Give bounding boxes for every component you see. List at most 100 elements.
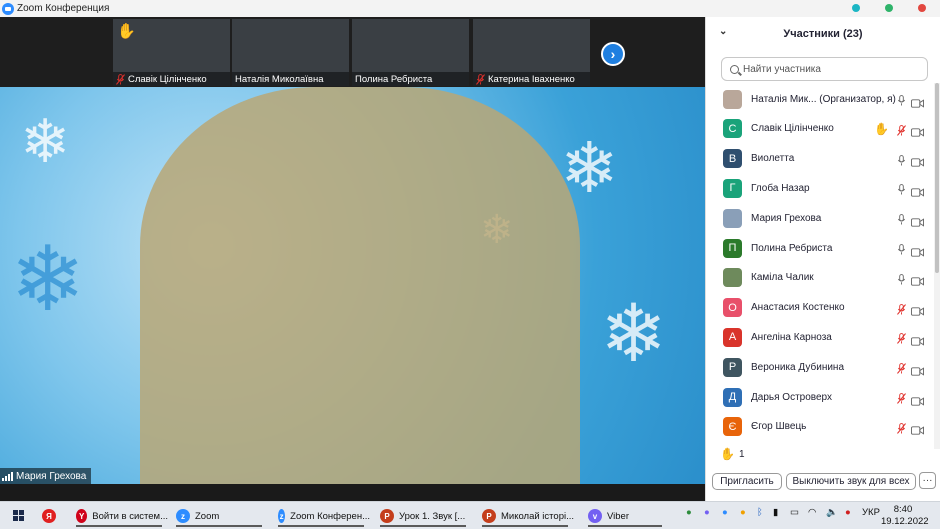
camera-icon[interactable] bbox=[911, 214, 924, 227]
participant-row[interactable]: А Ангеліна Карноза bbox=[706, 322, 932, 352]
raised-hand-icon: ✋ bbox=[117, 23, 136, 40]
viber-tray-icon[interactable]: ● bbox=[704, 507, 710, 518]
speaker-name-label: Мария Грехова bbox=[0, 468, 92, 484]
mic-muted-icon[interactable] bbox=[897, 421, 906, 434]
camera-icon[interactable] bbox=[911, 303, 924, 316]
mic-muted-icon[interactable] bbox=[897, 391, 906, 404]
participant-thumbnail[interactable]: Полина Ребриста bbox=[352, 19, 469, 86]
taskbar-app-button[interactable]: Y Войти в систем... bbox=[76, 504, 168, 528]
participant-row[interactable]: Р Вероника Дубинина bbox=[706, 352, 932, 382]
microphone-icon[interactable] bbox=[897, 93, 906, 106]
yandex-browser-icon: Y bbox=[76, 509, 88, 523]
antivirus-icon[interactable]: ● bbox=[845, 507, 851, 518]
camera-icon[interactable] bbox=[911, 363, 924, 376]
maximize-button[interactable] bbox=[885, 4, 893, 12]
bluetooth-icon[interactable]: ᛒ bbox=[757, 507, 763, 518]
snowflake-decoration: ❄ bbox=[10, 230, 86, 330]
camera-icon[interactable] bbox=[911, 393, 924, 406]
avatar: С bbox=[723, 119, 742, 139]
mute-all-button[interactable]: Выключить звук для всех bbox=[786, 473, 916, 490]
participant-row[interactable]: Наталія Мик... (Организатор, я) bbox=[706, 84, 932, 114]
camera-icon[interactable] bbox=[911, 95, 924, 108]
camera-icon[interactable] bbox=[911, 333, 924, 346]
taskbar-app-label: Урок 1. Звук [... bbox=[399, 510, 466, 522]
invite-button[interactable]: Пригласить bbox=[712, 473, 782, 490]
zoom-icon: z bbox=[176, 509, 190, 523]
participant-name: Глоба Назар bbox=[751, 182, 810, 194]
scrollbar-thumb[interactable] bbox=[935, 83, 939, 273]
microphone-icon[interactable] bbox=[897, 182, 906, 195]
participant-row[interactable]: Д Дарья Островерх bbox=[706, 382, 932, 412]
speaker-video-placeholder bbox=[140, 87, 580, 484]
zoom-tray-icon[interactable]: ● bbox=[722, 507, 728, 518]
minimize-button[interactable] bbox=[852, 4, 860, 12]
microphone-icon[interactable] bbox=[897, 153, 906, 166]
camera-icon[interactable] bbox=[911, 273, 924, 286]
volume-icon[interactable]: 🔈 bbox=[826, 507, 838, 518]
microphone-tray-icon[interactable]: ▮ bbox=[773, 507, 778, 518]
active-speaker-video[interactable]: ❄ ❄ ❄ ❄ ❄ Мария Грехова bbox=[0, 87, 705, 484]
network-icon[interactable]: ◠ bbox=[808, 507, 816, 518]
participant-name: Дарья Островерх bbox=[751, 391, 832, 403]
participant-name: Мария Грехова bbox=[751, 212, 822, 224]
window-titlebar: Zoom Конференция bbox=[0, 0, 940, 17]
microphone-icon[interactable] bbox=[897, 242, 906, 255]
taskbar-app-button[interactable]: P Миколай історі... bbox=[482, 504, 574, 528]
zoom-meeting-icon: z bbox=[278, 509, 286, 523]
window-title: Zoom Конференция bbox=[17, 3, 110, 14]
participant-name: Виолетта bbox=[751, 153, 795, 165]
mic-muted-icon[interactable] bbox=[897, 123, 906, 136]
camera-icon[interactable] bbox=[911, 244, 924, 257]
camera-icon[interactable] bbox=[911, 184, 924, 197]
participant-row[interactable]: Мария Грехова bbox=[706, 203, 932, 233]
camera-icon[interactable] bbox=[911, 154, 924, 167]
camera-icon[interactable] bbox=[911, 422, 924, 435]
thumbnail-name-label: Полина Ребриста bbox=[352, 72, 469, 86]
mic-muted-icon bbox=[116, 74, 125, 85]
mic-muted-icon[interactable] bbox=[897, 361, 906, 374]
windows-start-icon[interactable] bbox=[13, 510, 24, 521]
taskbar-app-button[interactable]: P Урок 1. Звук [... bbox=[380, 504, 472, 528]
taskbar-app-button[interactable]: z Zoom bbox=[176, 504, 268, 528]
battery-icon[interactable]: ▭ bbox=[790, 507, 799, 518]
running-indicator bbox=[380, 525, 466, 527]
close-button[interactable] bbox=[918, 4, 926, 12]
participant-name: Вероника Дубинина bbox=[751, 361, 845, 373]
clock-date: 19.12.2022 bbox=[881, 516, 929, 527]
participant-row[interactable]: Є Єгор Швець bbox=[706, 412, 932, 442]
participant-thumbnail[interactable]: ✋ Славік Цілінченко bbox=[113, 19, 230, 86]
taskbar-app-button[interactable]: z Zoom Конферен... bbox=[278, 504, 370, 528]
taskbar-app-button[interactable]: v Viber bbox=[588, 504, 668, 528]
tray-icon[interactable]: ● bbox=[686, 507, 692, 518]
participant-search-input[interactable]: Найти участника bbox=[721, 57, 928, 81]
taskbar-app-button[interactable]: Я bbox=[42, 504, 62, 528]
running-indicator bbox=[176, 525, 262, 527]
participant-thumbnail[interactable]: Катерина Івахненко bbox=[473, 19, 590, 86]
chevron-down-icon[interactable]: ⌄ bbox=[719, 26, 727, 37]
participant-name: Єгор Швець bbox=[751, 421, 807, 433]
participant-row[interactable]: В Виолетта bbox=[706, 144, 932, 174]
participant-row[interactable]: Каміла Чалик bbox=[706, 263, 932, 293]
language-indicator[interactable]: УКР bbox=[862, 507, 880, 518]
mic-muted-icon bbox=[476, 74, 485, 85]
mic-muted-icon[interactable] bbox=[897, 302, 906, 315]
taskbar-clock[interactable]: 8:40 19.12.2022 bbox=[881, 504, 929, 528]
thumbnail-name: Полина Ребриста bbox=[355, 73, 433, 85]
participant-row[interactable]: Г Глоба Назар bbox=[706, 173, 932, 203]
running-indicator bbox=[76, 525, 162, 527]
window-controls bbox=[852, 4, 926, 12]
participant-name: Славік Цілінченко bbox=[751, 123, 834, 135]
microphone-icon[interactable] bbox=[897, 212, 906, 225]
camera-icon[interactable] bbox=[911, 124, 924, 137]
microphone-icon[interactable] bbox=[897, 272, 906, 285]
next-page-arrow-icon[interactable]: › bbox=[601, 42, 625, 66]
participant-row[interactable]: О Анастасия Костенко bbox=[706, 293, 932, 323]
participant-thumbnail[interactable]: Наталія Миколаївна bbox=[232, 19, 349, 86]
participant-row[interactable]: П Полина Ребриста bbox=[706, 233, 932, 263]
tray-icon[interactable]: ● bbox=[740, 507, 746, 518]
taskbar-app-label: Войти в систем... bbox=[92, 510, 168, 522]
mic-muted-icon[interactable] bbox=[897, 331, 906, 345]
more-options-button[interactable]: ··· bbox=[919, 472, 936, 489]
running-indicator bbox=[482, 525, 568, 527]
participant-row[interactable]: С Славік Цілінченко ✋ bbox=[706, 114, 932, 144]
